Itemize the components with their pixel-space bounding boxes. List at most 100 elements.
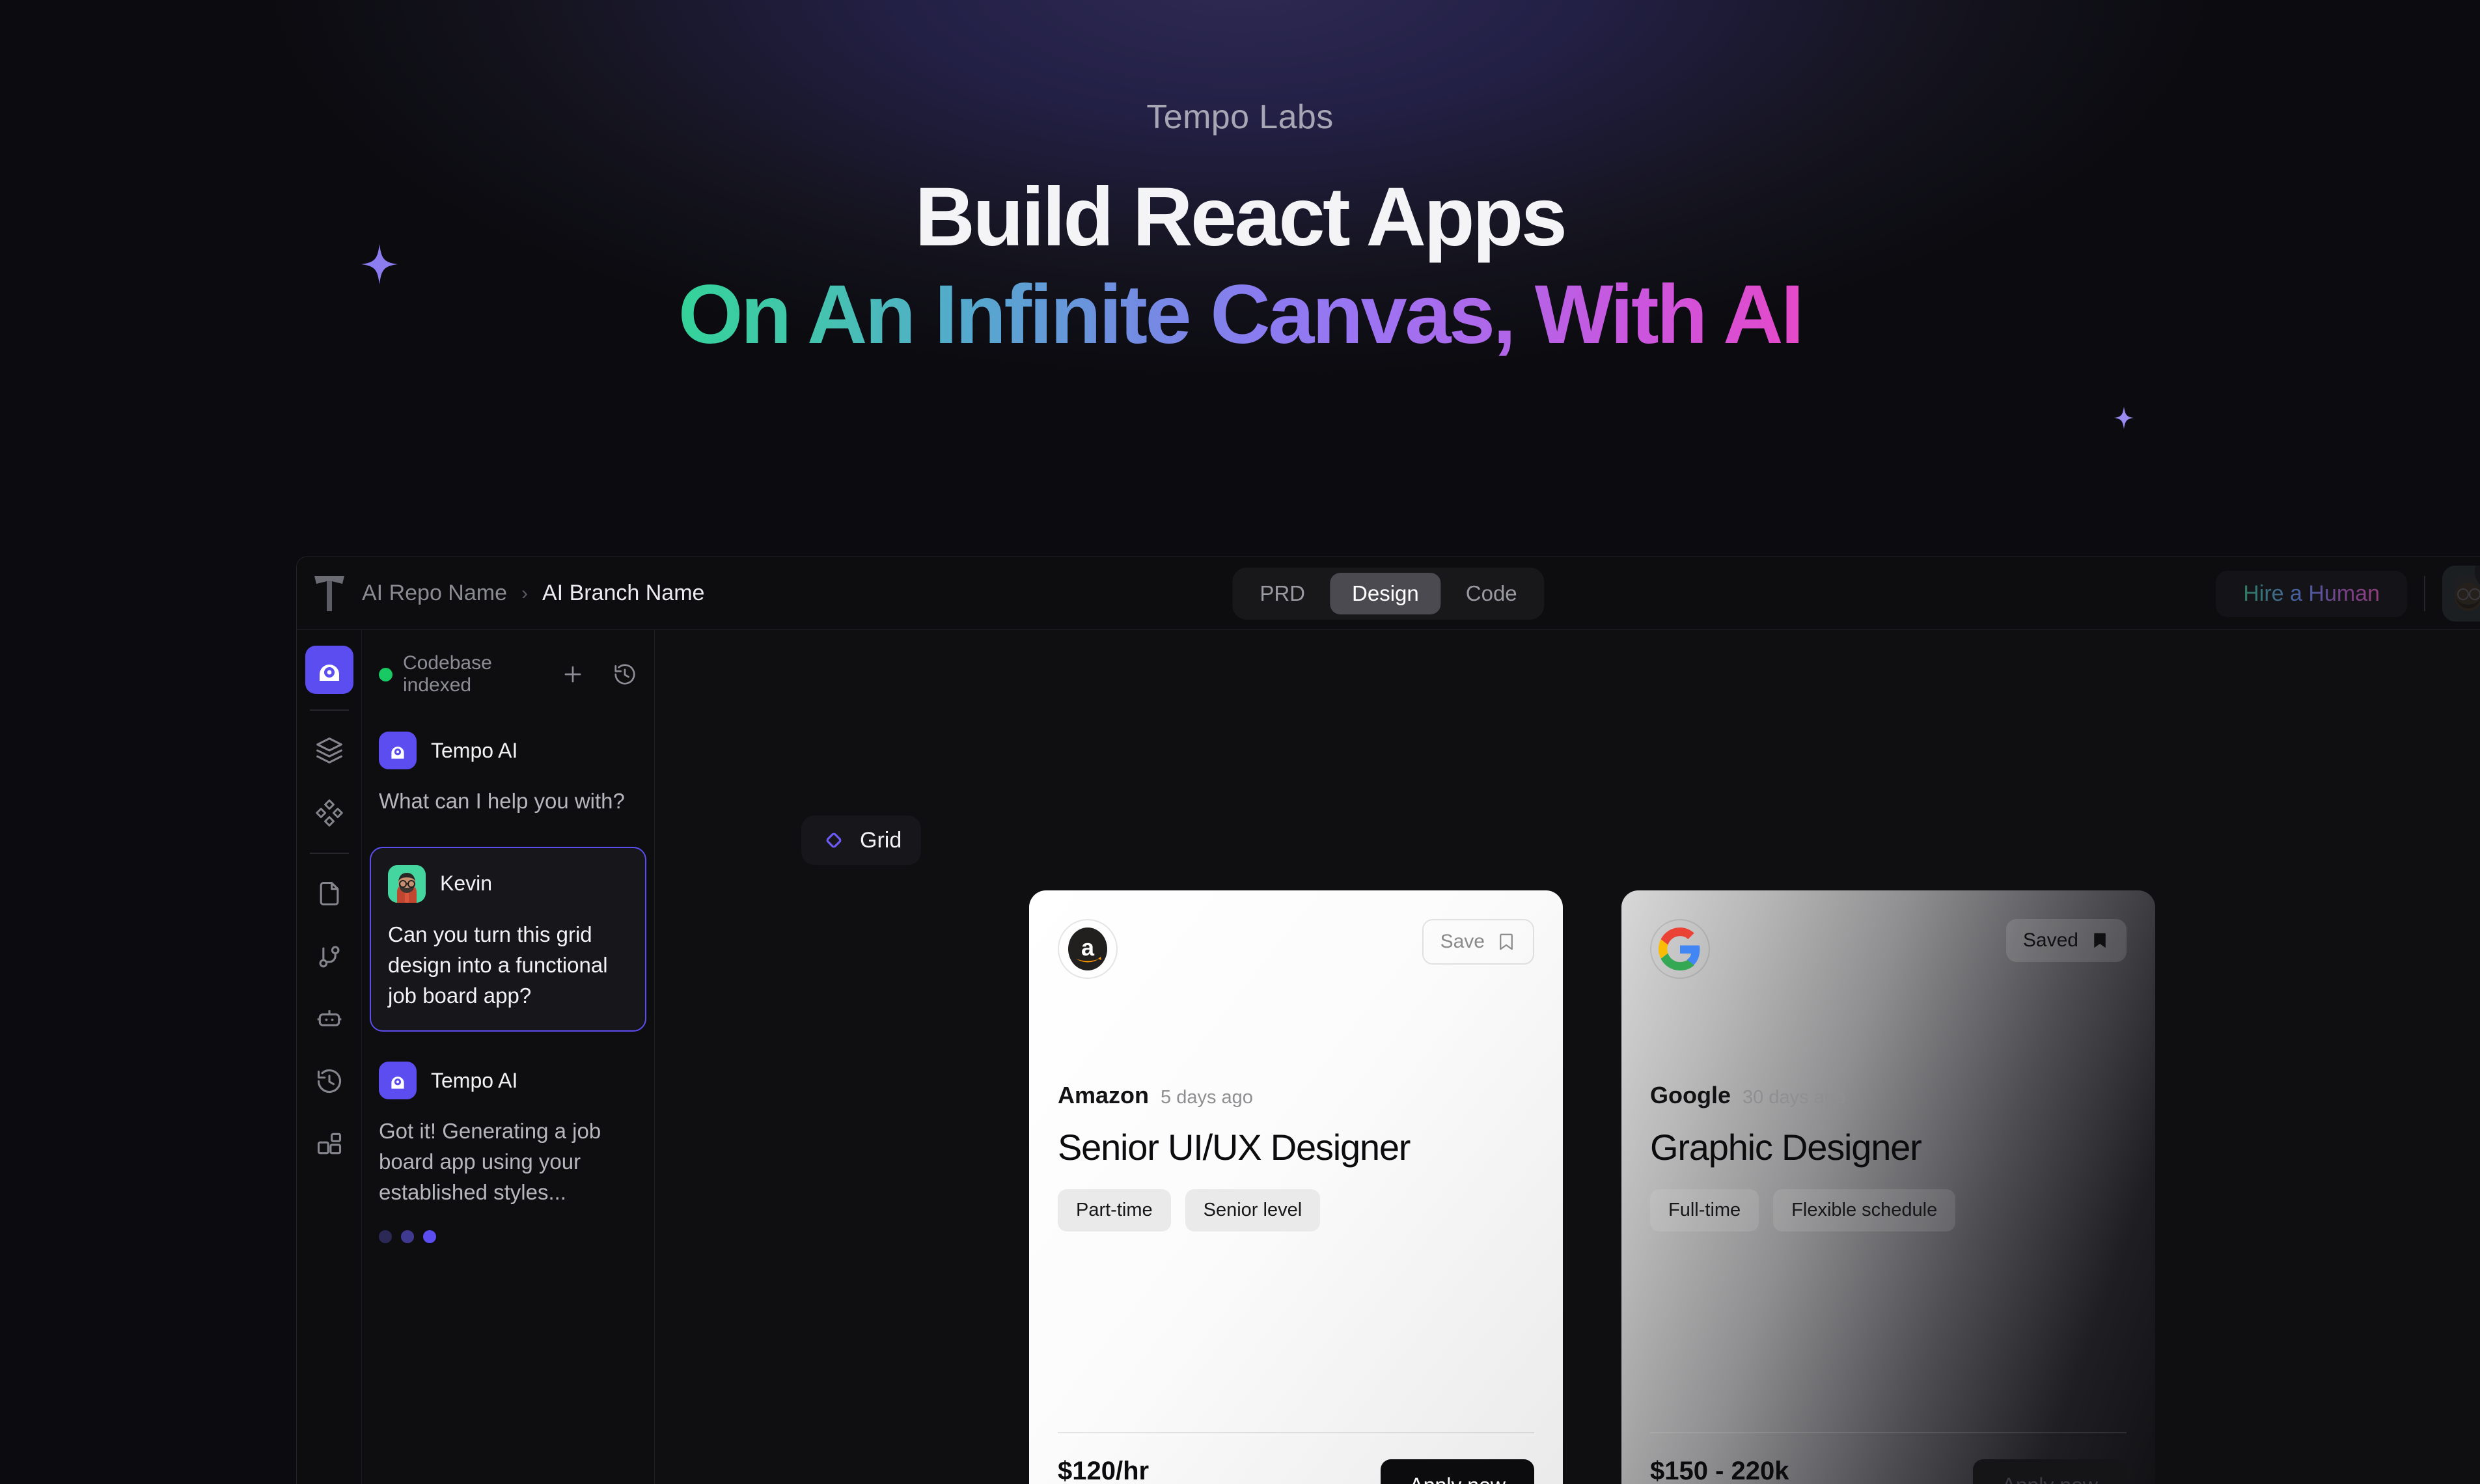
message-header: Tempo AI — [379, 732, 637, 769]
message-body: Got it! Generating a job board app using… — [379, 1119, 601, 1205]
message-body: What can I help you with? — [379, 789, 625, 813]
diamond-outline-icon — [826, 832, 842, 848]
typing-dot-2 — [401, 1230, 414, 1244]
bookmark-filled-icon — [2094, 933, 2106, 948]
headline-line-2: On An Infinite Canvas, With AI — [678, 268, 1804, 361]
sidebar-item-files[interactable] — [305, 870, 353, 918]
sidebar-item-branches[interactable] — [305, 932, 353, 980]
plus-icon[interactable] — [560, 662, 585, 687]
brand-name: Tempo Labs — [1146, 98, 1334, 136]
frame-label-grid[interactable]: Grid — [801, 816, 922, 865]
tempo-ai-avatar — [379, 732, 417, 769]
card-meta: Google 30 days ago — [1650, 1082, 2127, 1109]
svg-text:a: a — [1081, 934, 1095, 961]
breadcrumb-repo[interactable]: AI Repo Name — [362, 581, 507, 606]
job-tag[interactable]: Full-time — [1650, 1189, 1759, 1231]
tempo-ai-avatar — [379, 1062, 417, 1100]
chat-panel: Codebase indexed Tempo AI What can I hel… — [362, 630, 655, 1484]
company-name: Amazon — [1058, 1082, 1150, 1108]
sidebar-item-history[interactable] — [305, 1057, 353, 1105]
clock-history-icon[interactable] — [613, 662, 637, 687]
card-footer: $120/hr San Francisco, CA Apply now — [1058, 1432, 1534, 1484]
topbar-divider — [2424, 576, 2425, 611]
chat-header: Codebase indexed — [379, 652, 637, 696]
kevin-memoji-avatar — [388, 864, 426, 903]
tempo-logo-icon[interactable] — [297, 573, 362, 614]
job-tags: Part-time Senior level — [1058, 1189, 1534, 1231]
message-author: Tempo AI — [431, 738, 518, 762]
company-name: Google — [1650, 1082, 1731, 1108]
rail-divider-1 — [309, 709, 349, 711]
message-header: Tempo AI — [379, 1062, 637, 1100]
app-topbar: AI Repo Name › AI Branch Name PRD Design… — [297, 557, 2480, 630]
save-label: Saved — [2022, 929, 2078, 951]
job-title: Graphic Designer — [1650, 1127, 1922, 1168]
codebase-status-label: Codebase indexed — [403, 652, 492, 696]
google-logo-icon — [1650, 919, 1710, 979]
message-body: Can you turn this grid design into a fun… — [388, 922, 608, 1008]
card-footer-row: $120/hr San Francisco, CA Apply now — [1058, 1433, 1534, 1484]
save-button[interactable]: Saved — [2005, 919, 2127, 962]
page-root: Tempo Labs Build React Apps On An Infini… — [0, 0, 2480, 1484]
card-meta: Amazon 5 days ago — [1058, 1082, 1534, 1109]
pay-block: $150 - 220k Mountain View, CA — [1650, 1457, 1810, 1484]
status-indicator-dot — [379, 667, 393, 681]
bookmark-outline-icon — [1500, 933, 1513, 950]
posted-time: 5 days ago — [1161, 1087, 1253, 1108]
topbar-right-group: Hire a Human — [2216, 557, 2480, 630]
sidebar-item-layers[interactable] — [305, 726, 353, 775]
apply-now-button[interactable]: Apply now — [1973, 1459, 2127, 1484]
job-card-amazon[interactable]: a Save Amazon 5 days ago Senior UI/UX De… — [1029, 890, 1563, 1484]
frame-label-text: Grid — [860, 827, 902, 853]
breadcrumb-branch[interactable]: AI Branch Name — [542, 581, 704, 606]
app-body: Codebase indexed Tempo AI What can I hel… — [297, 630, 2480, 1484]
sidebar-item-components[interactable] — [305, 789, 353, 837]
job-tag[interactable]: Senior level — [1185, 1189, 1321, 1231]
sidebar-item-agents[interactable] — [305, 995, 353, 1043]
job-tag[interactable]: Part-time — [1058, 1189, 1171, 1231]
breadcrumb-separator-icon: › — [521, 582, 528, 604]
tab-code[interactable]: Code — [1444, 573, 1539, 614]
avatar[interactable] — [2442, 566, 2480, 622]
sidebar-item-tempo-logo[interactable] — [305, 646, 353, 694]
card-header: Saved — [1650, 919, 2127, 979]
tab-prd[interactable]: PRD — [1237, 573, 1327, 614]
pay-block: $120/hr San Francisco, CA — [1058, 1457, 1215, 1484]
hero-section: Tempo Labs Build React Apps On An Infini… — [0, 0, 2480, 358]
apply-now-button[interactable]: Apply now — [1381, 1459, 1534, 1484]
message-author: Kevin — [440, 872, 493, 896]
hire-a-human-button[interactable]: Hire a Human — [2216, 570, 2407, 617]
pay-rate: $120/hr — [1058, 1457, 1150, 1484]
job-title: Senior UI/UX Designer — [1058, 1127, 1411, 1168]
app-window: AI Repo Name › AI Branch Name PRD Design… — [296, 556, 2480, 1484]
sparkle-icon-small — [2114, 407, 2134, 429]
card-header: a Save — [1058, 919, 1534, 979]
message-author: Tempo AI — [431, 1068, 518, 1092]
hire-a-human-label: Hire a Human — [2243, 581, 2380, 606]
typing-dot-1 — [379, 1230, 392, 1244]
sidebar-item-plugins[interactable] — [305, 1120, 353, 1168]
sparkle-icon-large — [361, 244, 398, 284]
pay-rate: $150 - 220k — [1650, 1457, 1789, 1484]
rail-divider-2 — [309, 853, 349, 854]
chat-message-ai-generating: Tempo AI Got it! Generating a job board … — [379, 1062, 637, 1244]
icon-rail — [297, 630, 362, 1484]
card-footer: $150 - 220k Mountain View, CA Apply now — [1650, 1432, 2127, 1484]
breadcrumb: AI Repo Name › AI Branch Name — [362, 581, 704, 606]
typing-indicator — [379, 1230, 637, 1244]
design-canvas[interactable]: Grid a Save Amazon 5 days ago Senior UI/… — [655, 630, 2480, 1484]
job-tags: Full-time Flexible schedule — [1650, 1189, 2127, 1231]
chat-message-ai-greeting: Tempo AI What can I help you with? — [379, 732, 637, 817]
message-header: Kevin — [388, 864, 628, 903]
job-tag[interactable]: Flexible schedule — [1773, 1189, 1956, 1231]
posted-time: 30 days ago — [1743, 1087, 1846, 1108]
job-card-google[interactable]: Saved Google 30 days ago Graphic Designe… — [1621, 890, 2155, 1484]
card-footer-row: $150 - 220k Mountain View, CA Apply now — [1650, 1433, 2127, 1484]
save-button[interactable]: Save — [1422, 919, 1534, 965]
view-tab-switcher: PRD Design Code — [1232, 567, 1545, 620]
save-label: Save — [1440, 931, 1485, 952]
tab-design[interactable]: Design — [1330, 572, 1441, 614]
amazon-logo-icon: a — [1058, 919, 1118, 979]
typing-dot-3 — [423, 1230, 436, 1244]
chat-message-user-highlighted[interactable]: Kevin Can you turn this grid design into… — [370, 846, 646, 1032]
